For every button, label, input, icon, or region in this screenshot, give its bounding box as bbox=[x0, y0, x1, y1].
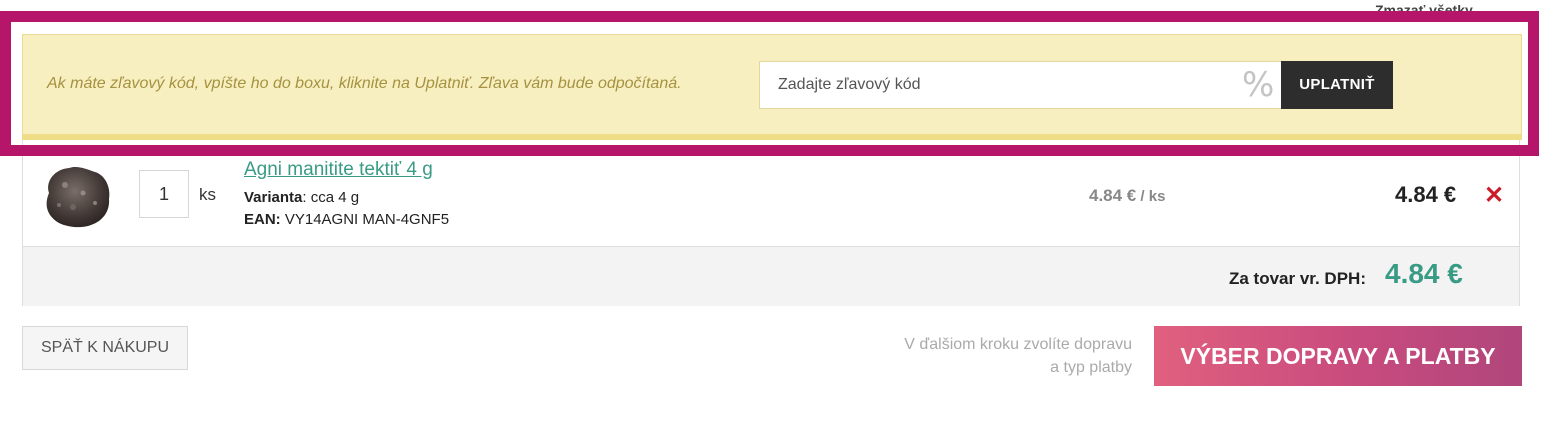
highlight-frame bbox=[0, 11, 1539, 156]
back-to-shopping-button[interactable]: SPÄŤ K NÁKUPU bbox=[22, 326, 188, 370]
ean-value: VY14AGNI MAN-4GNF5 bbox=[280, 211, 450, 228]
quantity-input[interactable]: 1 bbox=[139, 170, 189, 218]
product-name-link[interactable]: Agni manitite tektiť 4 g bbox=[244, 159, 433, 181]
unit-price-value: 4.84 € bbox=[1089, 186, 1137, 205]
cart-total-row: Za tovar vr. DPH: 4.84 € bbox=[23, 247, 1519, 306]
shipping-payment-button[interactable]: VÝBER DOPRAVY A PLATBY bbox=[1154, 326, 1522, 386]
product-variant: Varianta: cca 4 g bbox=[244, 189, 359, 206]
line-total: 4.84 € bbox=[1395, 182, 1457, 207]
unit-price-per: / ks bbox=[1136, 188, 1166, 205]
total-label: Za tovar vr. DPH: bbox=[1229, 269, 1366, 288]
variant-value: : cca 4 g bbox=[302, 189, 360, 206]
product-thumbnail[interactable] bbox=[39, 163, 113, 229]
quantity-unit: ks bbox=[199, 185, 216, 204]
product-ean: EAN: VY14AGNI MAN-4GNF5 bbox=[244, 211, 449, 228]
next-step-hint: V ďalšiom kroku zvolíte dopravu a typ pl… bbox=[904, 336, 1132, 376]
total-value: 4.84 € bbox=[1385, 258, 1463, 289]
cart-table: 1 ks Agni manitite tektiť 4 g Varianta: … bbox=[22, 130, 1520, 306]
remove-item-icon[interactable]: ✕ bbox=[1484, 181, 1504, 210]
unit-price: 4.84 € / ks bbox=[1089, 186, 1165, 206]
variant-label: Varianta bbox=[244, 189, 303, 206]
ean-label: EAN: bbox=[244, 211, 281, 228]
